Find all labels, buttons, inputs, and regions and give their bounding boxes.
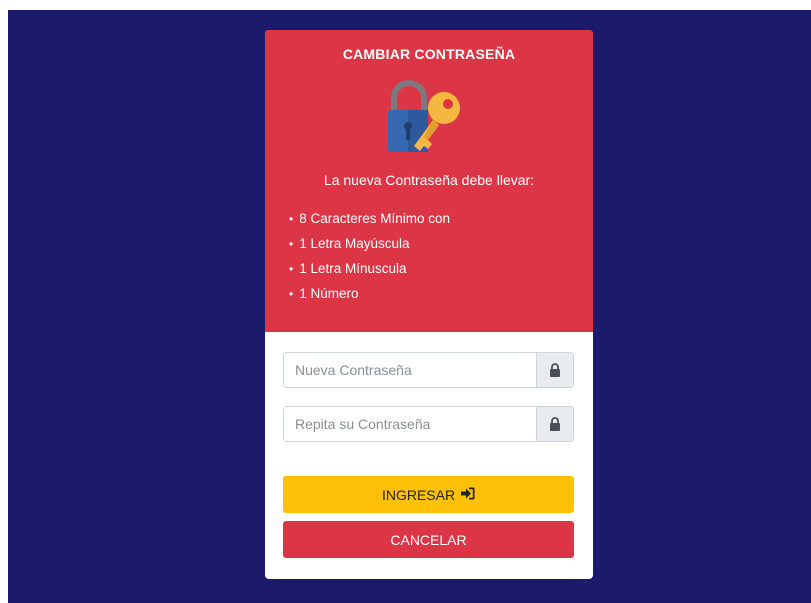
repeat-password-input[interactable] (284, 407, 536, 441)
lock-key-icon (386, 80, 466, 155)
list-item: 1 Letra Mayúscula (289, 231, 450, 256)
submit-label: INGRESAR (381, 486, 456, 503)
lock-icon (536, 353, 573, 387)
cancel-label: CANCELAR (390, 531, 467, 548)
list-item: 1 Número (289, 281, 450, 306)
sign-in-icon (461, 487, 475, 503)
new-password-input[interactable] (284, 353, 536, 387)
cancel-button[interactable]: CANCELAR (283, 521, 574, 558)
list-item: 1 Letra Mínuscula (289, 256, 450, 281)
new-password-group (283, 352, 574, 388)
card-title: CAMBIAR CONTRASEÑA (342, 46, 516, 62)
requirements-list: 8 Caracteres Mínimo con 1 Letra Mayúscul… (289, 206, 450, 306)
submit-button[interactable]: INGRESAR (283, 476, 574, 513)
card-header: CAMBIAR CONTRASEÑA La nueva Contraseña d… (265, 30, 593, 332)
list-item: 8 Caracteres Mínimo con (289, 206, 450, 231)
repeat-password-group (283, 406, 574, 442)
requirements-heading: La nueva Contraseña debe llevar: (323, 172, 535, 188)
lock-icon (536, 407, 573, 441)
change-password-card: CAMBIAR CONTRASEÑA La nueva Contraseña d… (265, 30, 593, 579)
